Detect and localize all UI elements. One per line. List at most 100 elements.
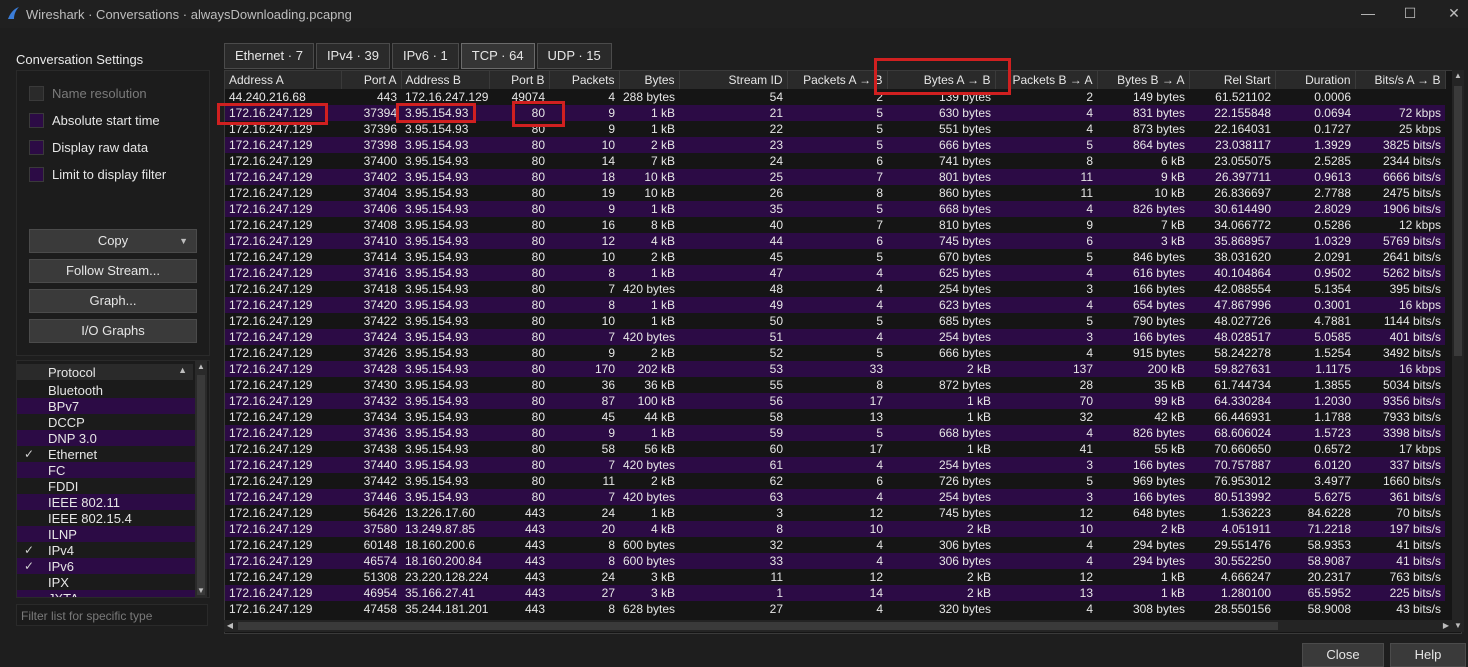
protocol-item[interactable]: FDDI — [17, 478, 195, 494]
table-row[interactable]: 172.16.247.129 51308 23.220.128.224 443 24 3 … — [225, 569, 1445, 585]
protocol-item[interactable]: IEEE 802.11 — [17, 494, 195, 510]
table-row[interactable]: 172.16.247.129 37408 3.95.154.93 80 16 8 kB 40… — [225, 217, 1445, 233]
table-row[interactable]: 172.16.247.129 37440 3.95.154.93 80 7 420 byt… — [225, 457, 1445, 473]
table-row[interactable]: 172.16.247.129 37438 3.95.154.93 80 58 56 kB 6… — [225, 441, 1445, 457]
tab-ipv4[interactable]: IPv4 · 39 — [315, 43, 390, 69]
table-row[interactable]: 172.16.247.129 37580 13.249.87.85 443 20 4 kB… — [225, 521, 1445, 537]
tab-ethernet[interactable]: Ethernet · 7 — [224, 43, 314, 69]
table-row[interactable]: 172.16.247.129 56426 13.226.17.60 443 24 1 kB… — [225, 505, 1445, 521]
table-row[interactable]: 172.16.247.129 37404 3.95.154.93 80 19 10 kB 2… — [225, 185, 1445, 201]
scroll-down-icon[interactable]: ▼ — [1452, 620, 1464, 632]
protocol-item[interactable]: IPX — [17, 574, 195, 590]
table-row[interactable]: 172.16.247.129 37428 3.95.154.93 80 170 202 k… — [225, 361, 1445, 377]
copy-button[interactable]: Copy ▼ — [29, 229, 197, 253]
column-header[interactable]: Bytes A → B — [887, 71, 996, 89]
scroll-right-icon[interactable]: ▶ — [1440, 620, 1452, 632]
table-row[interactable]: 172.16.247.129 60148 18.160.200.6 443 8 600 b… — [225, 537, 1445, 553]
limit-to-display-filter-checkbox[interactable] — [29, 166, 44, 182]
io-graphs-button[interactable]: I/O Graphs — [29, 319, 197, 343]
protocol-item[interactable]: Bluetooth — [17, 382, 195, 398]
protocol-item[interactable]: IEEE 802.15.4 — [17, 510, 195, 526]
table-row[interactable]: 172.16.247.129 37442 3.95.154.93 80 11 2 kB 62… — [225, 473, 1445, 489]
protocol-filter-input[interactable]: Filter list for specific type — [16, 604, 208, 626]
protocol-scroll-thumb[interactable] — [197, 375, 205, 595]
table-row[interactable]: 172.16.247.129 37424 3.95.154.93 80 7 420 byt… — [225, 329, 1445, 345]
table-row[interactable]: 172.16.247.129 47458 35.244.181.201 443 8 628… — [225, 601, 1445, 617]
table-row[interactable]: 172.16.247.129 37400 3.95.154.93 80 14 7 kB 24… — [225, 153, 1445, 169]
limit-to-display-filter-option[interactable]: Limit to display filter — [29, 166, 166, 182]
column-header[interactable]: Stream ID — [679, 71, 788, 89]
absolute-start-time-checkbox[interactable] — [29, 112, 44, 128]
graph-button[interactable]: Graph... — [29, 289, 197, 313]
column-header[interactable]: Packets B → A — [995, 71, 1098, 89]
minimize-icon[interactable]: — — [1356, 4, 1380, 22]
table-row[interactable]: 172.16.247.129 37430 3.95.154.93 80 36 36 kB 5… — [225, 377, 1445, 393]
column-header[interactable]: Bytes B → A — [1097, 71, 1190, 89]
help-button[interactable]: Help — [1390, 643, 1466, 667]
table-cell: 443 — [489, 553, 549, 569]
table-row[interactable]: 172.16.247.129 37434 3.95.154.93 80 45 44 kB 5… — [225, 409, 1445, 425]
table-row[interactable]: 172.16.247.129 37410 3.95.154.93 80 12 4 kB 44… — [225, 233, 1445, 249]
check-icon[interactable]: ✓ — [23, 447, 35, 461]
table-cell: 99 kB — [1097, 393, 1189, 409]
protocol-item[interactable]: BPv7 — [17, 398, 195, 414]
table-row[interactable]: 172.16.247.129 37394 3.95.154.93 80 9 1 kB 21 5… — [225, 105, 1445, 121]
table-vscroll-thumb[interactable] — [1454, 86, 1462, 356]
protocol-list-scrollbar[interactable]: ▲ ▼ — [195, 361, 207, 597]
column-header[interactable]: Port A — [341, 71, 402, 89]
close-button[interactable]: Close — [1302, 643, 1384, 667]
table-row[interactable]: 172.16.247.129 37396 3.95.154.93 80 9 1 kB 22 5… — [225, 121, 1445, 137]
table-hscroll-thumb[interactable] — [238, 622, 1278, 630]
scroll-up-icon[interactable]: ▲ — [195, 361, 207, 373]
table-row[interactable]: 172.16.247.129 37432 3.95.154.93 80 87 100 kB… — [225, 393, 1445, 409]
table-vertical-scrollbar[interactable]: ▲ ▼ — [1452, 70, 1464, 632]
table-row[interactable]: 172.16.247.129 37420 3.95.154.93 80 8 1 kB 49 4… — [225, 297, 1445, 313]
absolute-start-time-option[interactable]: Absolute start time — [29, 112, 160, 128]
protocol-item[interactable]: ✓ Ethernet — [17, 446, 195, 462]
maximize-icon[interactable]: ☐ — [1398, 4, 1422, 22]
column-header[interactable]: Address A — [225, 71, 342, 89]
close-window-icon[interactable]: ✕ — [1442, 4, 1466, 22]
tab-udp[interactable]: UDP · 15 — [536, 43, 612, 69]
table-row[interactable]: 172.16.247.129 37402 3.95.154.93 80 18 10 kB 2… — [225, 169, 1445, 185]
check-icon[interactable]: ✓ — [23, 543, 35, 557]
column-header[interactable]: Duration — [1275, 71, 1356, 89]
table-row[interactable]: 172.16.247.129 37406 3.95.154.93 80 9 1 kB 35 5… — [225, 201, 1445, 217]
table-horizontal-scrollbar[interactable]: ◀ ▶ — [224, 620, 1452, 632]
protocol-item[interactable]: ✓ IPv6 — [17, 558, 195, 574]
table-row[interactable]: 172.16.247.129 37418 3.95.154.93 80 7 420 byt… — [225, 281, 1445, 297]
protocol-item[interactable]: ✓ IPv4 — [17, 542, 195, 558]
column-header[interactable]: Address B — [401, 71, 490, 89]
table-row[interactable]: 172.16.247.129 37422 3.95.154.93 80 10 1 kB 50… — [225, 313, 1445, 329]
scroll-up-icon[interactable]: ▲ — [1452, 70, 1464, 82]
table-row[interactable]: 172.16.247.129 46954 35.166.27.41 443 27 3 kB… — [225, 585, 1445, 601]
table-row[interactable]: 172.16.247.129 46574 18.160.200.84 443 8 600 … — [225, 553, 1445, 569]
column-header[interactable]: Bits/s A → B — [1355, 71, 1446, 89]
protocol-list-header[interactable]: Protocol ▲ — [17, 364, 193, 380]
column-header[interactable]: Bytes — [619, 71, 680, 89]
tab-tcp[interactable]: TCP · 64 — [460, 43, 535, 69]
table-row[interactable]: 172.16.247.129 37398 3.95.154.93 80 10 2 kB 23… — [225, 137, 1445, 153]
scroll-left-icon[interactable]: ◀ — [224, 620, 236, 632]
table-row[interactable]: 172.16.247.129 37426 3.95.154.93 80 9 2 kB 52 5… — [225, 345, 1445, 361]
table-row[interactable]: 44.240.216.68 443 172.16.247.129 49074 4 288 … — [225, 89, 1445, 105]
table-row[interactable]: 172.16.247.129 37446 3.95.154.93 80 7 420 byt… — [225, 489, 1445, 505]
protocol-item[interactable]: DCCP — [17, 414, 195, 430]
column-header[interactable]: Rel Start — [1189, 71, 1276, 89]
table-row[interactable]: 172.16.247.129 37414 3.95.154.93 80 10 2 kB 45… — [225, 249, 1445, 265]
check-icon[interactable]: ✓ — [23, 559, 35, 573]
tab-ipv6[interactable]: IPv6 · 1 — [391, 43, 459, 69]
column-header[interactable]: Packets — [549, 71, 620, 89]
column-header[interactable]: Port B — [489, 71, 550, 89]
column-header[interactable]: Packets A → B — [787, 71, 888, 89]
display-raw-data-checkbox[interactable] — [29, 139, 44, 155]
protocol-item[interactable]: ILNP — [17, 526, 195, 542]
table-row[interactable]: 172.16.247.129 37416 3.95.154.93 80 8 1 kB 47 4… — [225, 265, 1445, 281]
follow-stream-button[interactable]: Follow Stream... — [29, 259, 197, 283]
protocol-item[interactable]: DNP 3.0 — [17, 430, 195, 446]
display-raw-data-option[interactable]: Display raw data — [29, 139, 148, 155]
table-row[interactable]: 172.16.247.129 37436 3.95.154.93 80 9 1 kB 59 5… — [225, 425, 1445, 441]
protocol-item[interactable]: FC — [17, 462, 195, 478]
scroll-down-icon[interactable]: ▼ — [195, 585, 207, 597]
protocol-item[interactable]: JXTA — [17, 590, 195, 597]
